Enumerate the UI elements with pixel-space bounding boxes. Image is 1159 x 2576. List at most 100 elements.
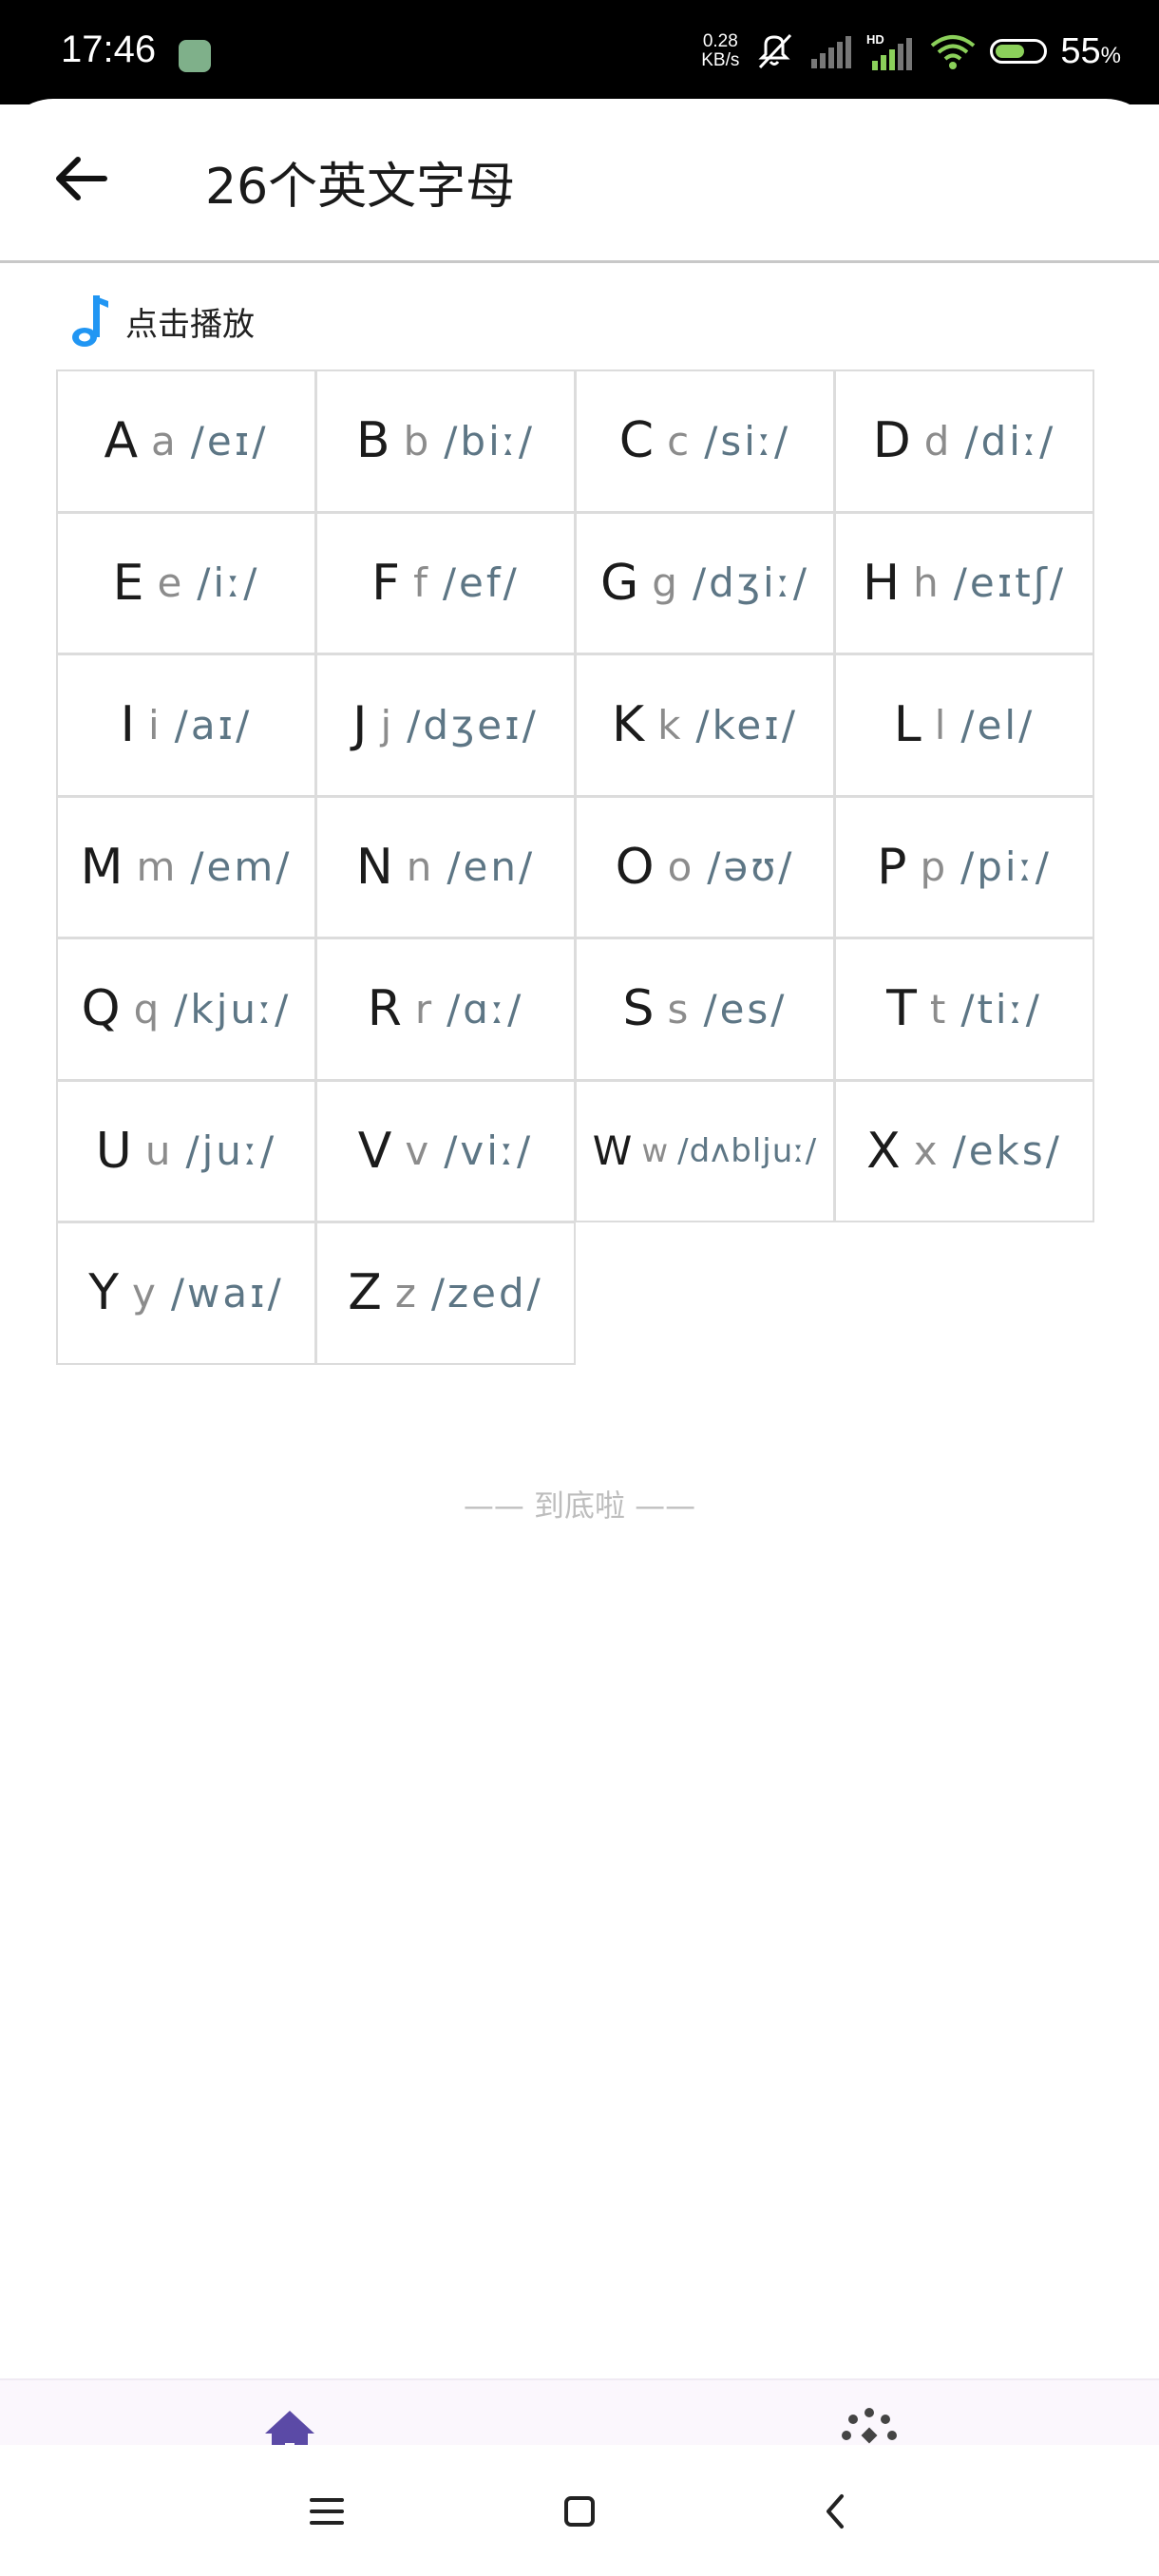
letter-uppercase: K (611, 696, 645, 754)
letter-phonetic: /viː/ (444, 1127, 534, 1175)
system-nav-bar (0, 2445, 1159, 2576)
letter-lowercase: t (929, 985, 946, 1032)
letter-phonetic: /en/ (446, 843, 536, 891)
letter-uppercase: M (80, 838, 124, 896)
letter-phonetic: /es/ (703, 985, 788, 1032)
letter-cell-c[interactable]: Cc/siː/ (575, 369, 835, 513)
letter-phonetic: /keɪ/ (695, 701, 798, 748)
letter-cell-e[interactable]: Ee/iː/ (56, 511, 316, 654)
battery-percent: 55% (1060, 31, 1121, 72)
letter-lowercase: r (414, 985, 432, 1032)
letter-uppercase: U (95, 1122, 132, 1180)
letter-lowercase: q (133, 985, 160, 1032)
letter-lowercase: w (641, 1131, 669, 1170)
battery-level: 55 (1060, 30, 1101, 71)
letter-cell-w[interactable]: Ww/dʌbljuː/ (575, 1079, 835, 1222)
letter-lowercase: c (667, 417, 690, 464)
letter-uppercase: J (352, 696, 368, 754)
letter-cell-h[interactable]: Hh/eɪtʃ/ (834, 511, 1094, 654)
letter-uppercase: T (886, 980, 917, 1038)
menu-icon[interactable] (298, 2483, 355, 2540)
letter-uppercase: P (877, 838, 907, 896)
letter-cell-g[interactable]: Gg/dʒiː/ (575, 511, 835, 654)
letter-phonetic: /waɪ/ (170, 1269, 284, 1316)
play-label: 点击播放 (125, 305, 255, 344)
letter-phonetic: /siː/ (704, 417, 791, 464)
letter-uppercase: E (112, 554, 144, 612)
letter-cell-y[interactable]: Yy/waɪ/ (56, 1222, 316, 1365)
letter-phonetic: /diː/ (964, 417, 1056, 464)
letter-uppercase: L (893, 696, 922, 754)
letter-cell-j[interactable]: Jj/dʒeɪ/ (315, 653, 576, 797)
letter-cell-u[interactable]: Uu/juː/ (56, 1079, 316, 1222)
letter-cell-b[interactable]: Bb/biː/ (315, 369, 576, 513)
wifi-icon (931, 35, 976, 69)
letter-lowercase: j (380, 701, 392, 748)
letter-lowercase: g (652, 559, 677, 607)
letter-cell-o[interactable]: Oo/əʊ/ (575, 795, 835, 938)
letter-lowercase: h (913, 559, 939, 607)
letter-phonetic: /zed/ (430, 1269, 543, 1316)
letter-cell-n[interactable]: Nn/en/ (315, 795, 576, 938)
letter-lowercase: u (144, 1127, 171, 1175)
letter-phonetic: /dʌbljuː/ (677, 1131, 818, 1170)
letter-lowercase: s (667, 985, 689, 1032)
letter-lowercase: z (394, 1269, 416, 1316)
letter-uppercase: Q (81, 980, 121, 1038)
letter-lowercase: d (923, 417, 950, 464)
letter-phonetic: /eɪ/ (190, 417, 269, 464)
letter-lowercase: x (913, 1127, 938, 1175)
letter-cell-v[interactable]: Vv/viː/ (315, 1079, 576, 1222)
letter-cell-s[interactable]: Ss/es/ (575, 938, 835, 1081)
letter-phonetic: /aɪ/ (174, 701, 253, 748)
letter-phonetic: /piː/ (960, 843, 1052, 891)
letter-cell-x[interactable]: Xx/eks/ (834, 1079, 1094, 1222)
home-square-icon[interactable] (551, 2483, 608, 2540)
battery-unit: % (1100, 42, 1121, 68)
battery-icon (990, 39, 1048, 64)
letter-cell-r[interactable]: Rr/ɑː/ (315, 938, 576, 1081)
letter-cell-t[interactable]: Tt/tiː/ (834, 938, 1094, 1081)
letter-lowercase: k (657, 701, 681, 748)
letter-cell-i[interactable]: Ii/aɪ/ (56, 653, 316, 797)
signal-icon (811, 36, 852, 68)
net-speed: 0.28 KB/s (701, 32, 739, 70)
back-chevron-icon[interactable] (808, 2483, 864, 2540)
letter-cell-z[interactable]: Zz/zed/ (315, 1222, 576, 1365)
letter-uppercase: N (355, 838, 393, 896)
letter-cell-d[interactable]: Dd/diː/ (834, 369, 1094, 513)
letter-cell-l[interactable]: Ll/el/ (834, 653, 1094, 797)
letter-cell-a[interactable]: Aa/eɪ/ (56, 369, 316, 513)
letter-phonetic: /em/ (190, 843, 293, 891)
letter-phonetic: /ɑː/ (446, 985, 524, 1032)
letter-cell-q[interactable]: Qq/kjuː/ (56, 938, 316, 1081)
app-header: 26个英文字母 (0, 99, 1159, 263)
mute-vibrate-icon (758, 33, 792, 69)
letter-cell-m[interactable]: Mm/em/ (56, 795, 316, 938)
letter-lowercase: v (405, 1127, 429, 1175)
letter-uppercase: X (866, 1122, 901, 1180)
letter-phonetic: /eks/ (952, 1127, 1062, 1175)
letter-uppercase: I (120, 696, 135, 754)
letter-uppercase: S (622, 980, 655, 1038)
letter-lowercase: l (934, 701, 946, 748)
letter-lowercase: i (148, 701, 160, 748)
play-all-button[interactable]: 点击播放 (68, 294, 255, 348)
letter-phonetic: /tiː/ (960, 985, 1042, 1032)
letter-phonetic: /kjuː/ (174, 985, 292, 1032)
letter-uppercase: Z (348, 1264, 382, 1322)
letter-cell-f[interactable]: Ff/ef/ (315, 511, 576, 654)
letter-uppercase: C (618, 412, 655, 470)
letter-uppercase: A (104, 412, 139, 470)
letter-uppercase: F (371, 554, 401, 612)
letter-uppercase: G (599, 554, 639, 612)
letter-uppercase: Y (88, 1264, 119, 1322)
alphabet-grid: Aa/eɪ/Bb/biː/Cc/siː/Dd/diː/Ee/iː/Ff/ef/G… (56, 369, 1094, 1365)
letter-uppercase: V (357, 1122, 392, 1180)
status-bar: 17:46 0.28 KB/s HD 55% (0, 0, 1159, 104)
letter-cell-k[interactable]: Kk/keɪ/ (575, 653, 835, 797)
letter-phonetic: /ef/ (442, 559, 520, 607)
letter-lowercase: b (403, 417, 429, 464)
letter-cell-p[interactable]: Pp/piː/ (834, 795, 1094, 938)
arrow-left-icon[interactable] (49, 148, 110, 209)
